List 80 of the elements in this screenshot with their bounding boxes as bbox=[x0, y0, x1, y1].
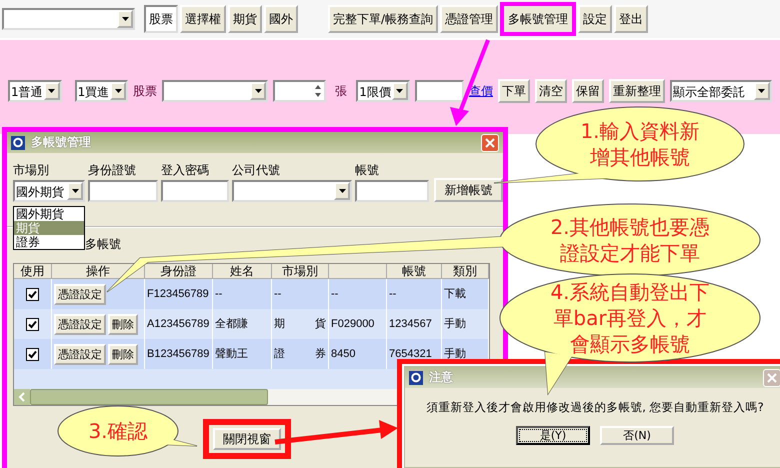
filter-dropdown[interactable]: 顯示全部委託 bbox=[670, 80, 772, 102]
checkbox[interactable] bbox=[26, 348, 39, 360]
side-dropdown[interactable]: 1買進 bbox=[74, 80, 128, 102]
certificate-button[interactable]: 憑證設定 bbox=[54, 344, 106, 364]
order-button[interactable]: 清空 bbox=[534, 79, 567, 103]
callout-text: 2.其他帳號也要憑證設定才能下單 bbox=[549, 214, 711, 266]
market-dropdown[interactable]: 國外期貨 bbox=[13, 180, 85, 202]
price-field[interactable] bbox=[414, 80, 464, 102]
stock-dropdown[interactable] bbox=[162, 80, 268, 102]
tab[interactable]: 選擇權 bbox=[180, 5, 226, 33]
tab[interactable]: 期貨 bbox=[228, 5, 262, 33]
dialog-button[interactable]: 是(Y) bbox=[516, 426, 590, 445]
caret-icon bbox=[48, 89, 56, 93]
section-label: 多帳號 bbox=[85, 236, 122, 252]
callout-text: 3.確認 bbox=[88, 418, 148, 444]
toolbar-button[interactable]: 設定 bbox=[578, 5, 612, 33]
order-type-dropdown[interactable]: 1普通 bbox=[8, 80, 62, 102]
input-field[interactable] bbox=[161, 180, 229, 202]
field-label: 身份證號 bbox=[88, 162, 137, 178]
order-button[interactable]: 保留 bbox=[572, 79, 604, 103]
certificate-button[interactable]: 憑證設定 bbox=[54, 284, 106, 304]
app-icon bbox=[409, 370, 423, 384]
field-label: 登入密碼 bbox=[161, 162, 210, 178]
caret-icon bbox=[114, 89, 122, 93]
scroll-left-icon[interactable] bbox=[14, 389, 30, 405]
dropdown-option[interactable]: 國外期貨 bbox=[14, 207, 84, 221]
callout-text: 4.系統自動登出下單bar再登入，才會顯示多帳號 bbox=[549, 279, 711, 357]
close-button[interactable] bbox=[481, 134, 499, 152]
add-account-button[interactable]: 新增帳號 bbox=[434, 178, 503, 202]
quote-link[interactable]: 查價 bbox=[468, 82, 493, 100]
scrollbar-thumb[interactable] bbox=[30, 389, 268, 405]
delete-button[interactable]: 刪除 bbox=[108, 344, 138, 364]
price-type-dropdown[interactable]: 1限價 bbox=[356, 80, 410, 102]
column-header: 類別 bbox=[442, 264, 489, 279]
dropdown-option[interactable]: 證券 bbox=[14, 235, 84, 249]
close-window-button[interactable]: 關閉視窗 bbox=[213, 428, 281, 450]
company-dropdown[interactable] bbox=[232, 180, 352, 202]
column-header: 帳號 bbox=[387, 264, 442, 279]
column-header: 市場別 bbox=[272, 264, 329, 279]
caret-icon bbox=[254, 89, 262, 93]
caret-icon bbox=[338, 189, 346, 193]
column-header: 操作 bbox=[52, 264, 145, 279]
toolbar-button[interactable]: 完整下單/帳務查詢 bbox=[328, 5, 438, 33]
tab[interactable]: 國外 bbox=[264, 5, 298, 33]
field-label: 帳號 bbox=[355, 162, 380, 178]
quantity-spinner[interactable] bbox=[273, 80, 326, 102]
checkbox[interactable] bbox=[26, 288, 39, 300]
tab[interactable]: 股票 bbox=[144, 5, 178, 33]
toolbar-button[interactable]: 憑證管理 bbox=[440, 5, 498, 33]
column-header: 使用 bbox=[14, 264, 52, 279]
caret-icon bbox=[396, 89, 404, 93]
symbol-dropdown[interactable] bbox=[2, 8, 135, 30]
order-button[interactable]: 重新整理 bbox=[608, 79, 665, 103]
alert-message: 須重新登入後才會啟用修改過後的多帳號, 您要自動重新登入嗎? bbox=[425, 400, 765, 415]
stock-label: 股票 bbox=[133, 82, 158, 100]
input-field[interactable] bbox=[355, 180, 429, 202]
column-header: 姓名 bbox=[213, 264, 272, 279]
toolbar-button[interactable]: 多帳號管理 bbox=[500, 2, 576, 36]
certificate-button[interactable]: 憑證設定 bbox=[54, 314, 106, 334]
checkbox[interactable] bbox=[26, 318, 39, 330]
order-button[interactable]: 下單 bbox=[498, 79, 530, 103]
window-title: 多帳號管理 bbox=[31, 134, 92, 151]
callout-text: 1.輸入資料新增其他帳號 bbox=[579, 118, 701, 170]
input-field[interactable] bbox=[88, 180, 158, 202]
delete-button[interactable]: 刪除 bbox=[108, 314, 138, 334]
toolbar-button[interactable]: 登出 bbox=[614, 5, 648, 33]
field-label: 市場別 bbox=[13, 162, 50, 178]
app-icon bbox=[11, 136, 25, 150]
unit-label: 張 bbox=[335, 82, 348, 100]
caret-icon bbox=[122, 17, 128, 21]
column-header bbox=[329, 264, 387, 279]
close-icon bbox=[767, 372, 777, 382]
close-icon bbox=[485, 138, 495, 148]
close-button[interactable] bbox=[763, 368, 780, 386]
caret-icon bbox=[72, 189, 78, 193]
dialog-button[interactable]: 否(N) bbox=[600, 426, 674, 445]
window-title: 注意 bbox=[429, 369, 454, 386]
column-header: 身份證 bbox=[145, 264, 213, 279]
field-label: 公司代號 bbox=[232, 162, 281, 178]
caret-icon bbox=[758, 89, 766, 93]
